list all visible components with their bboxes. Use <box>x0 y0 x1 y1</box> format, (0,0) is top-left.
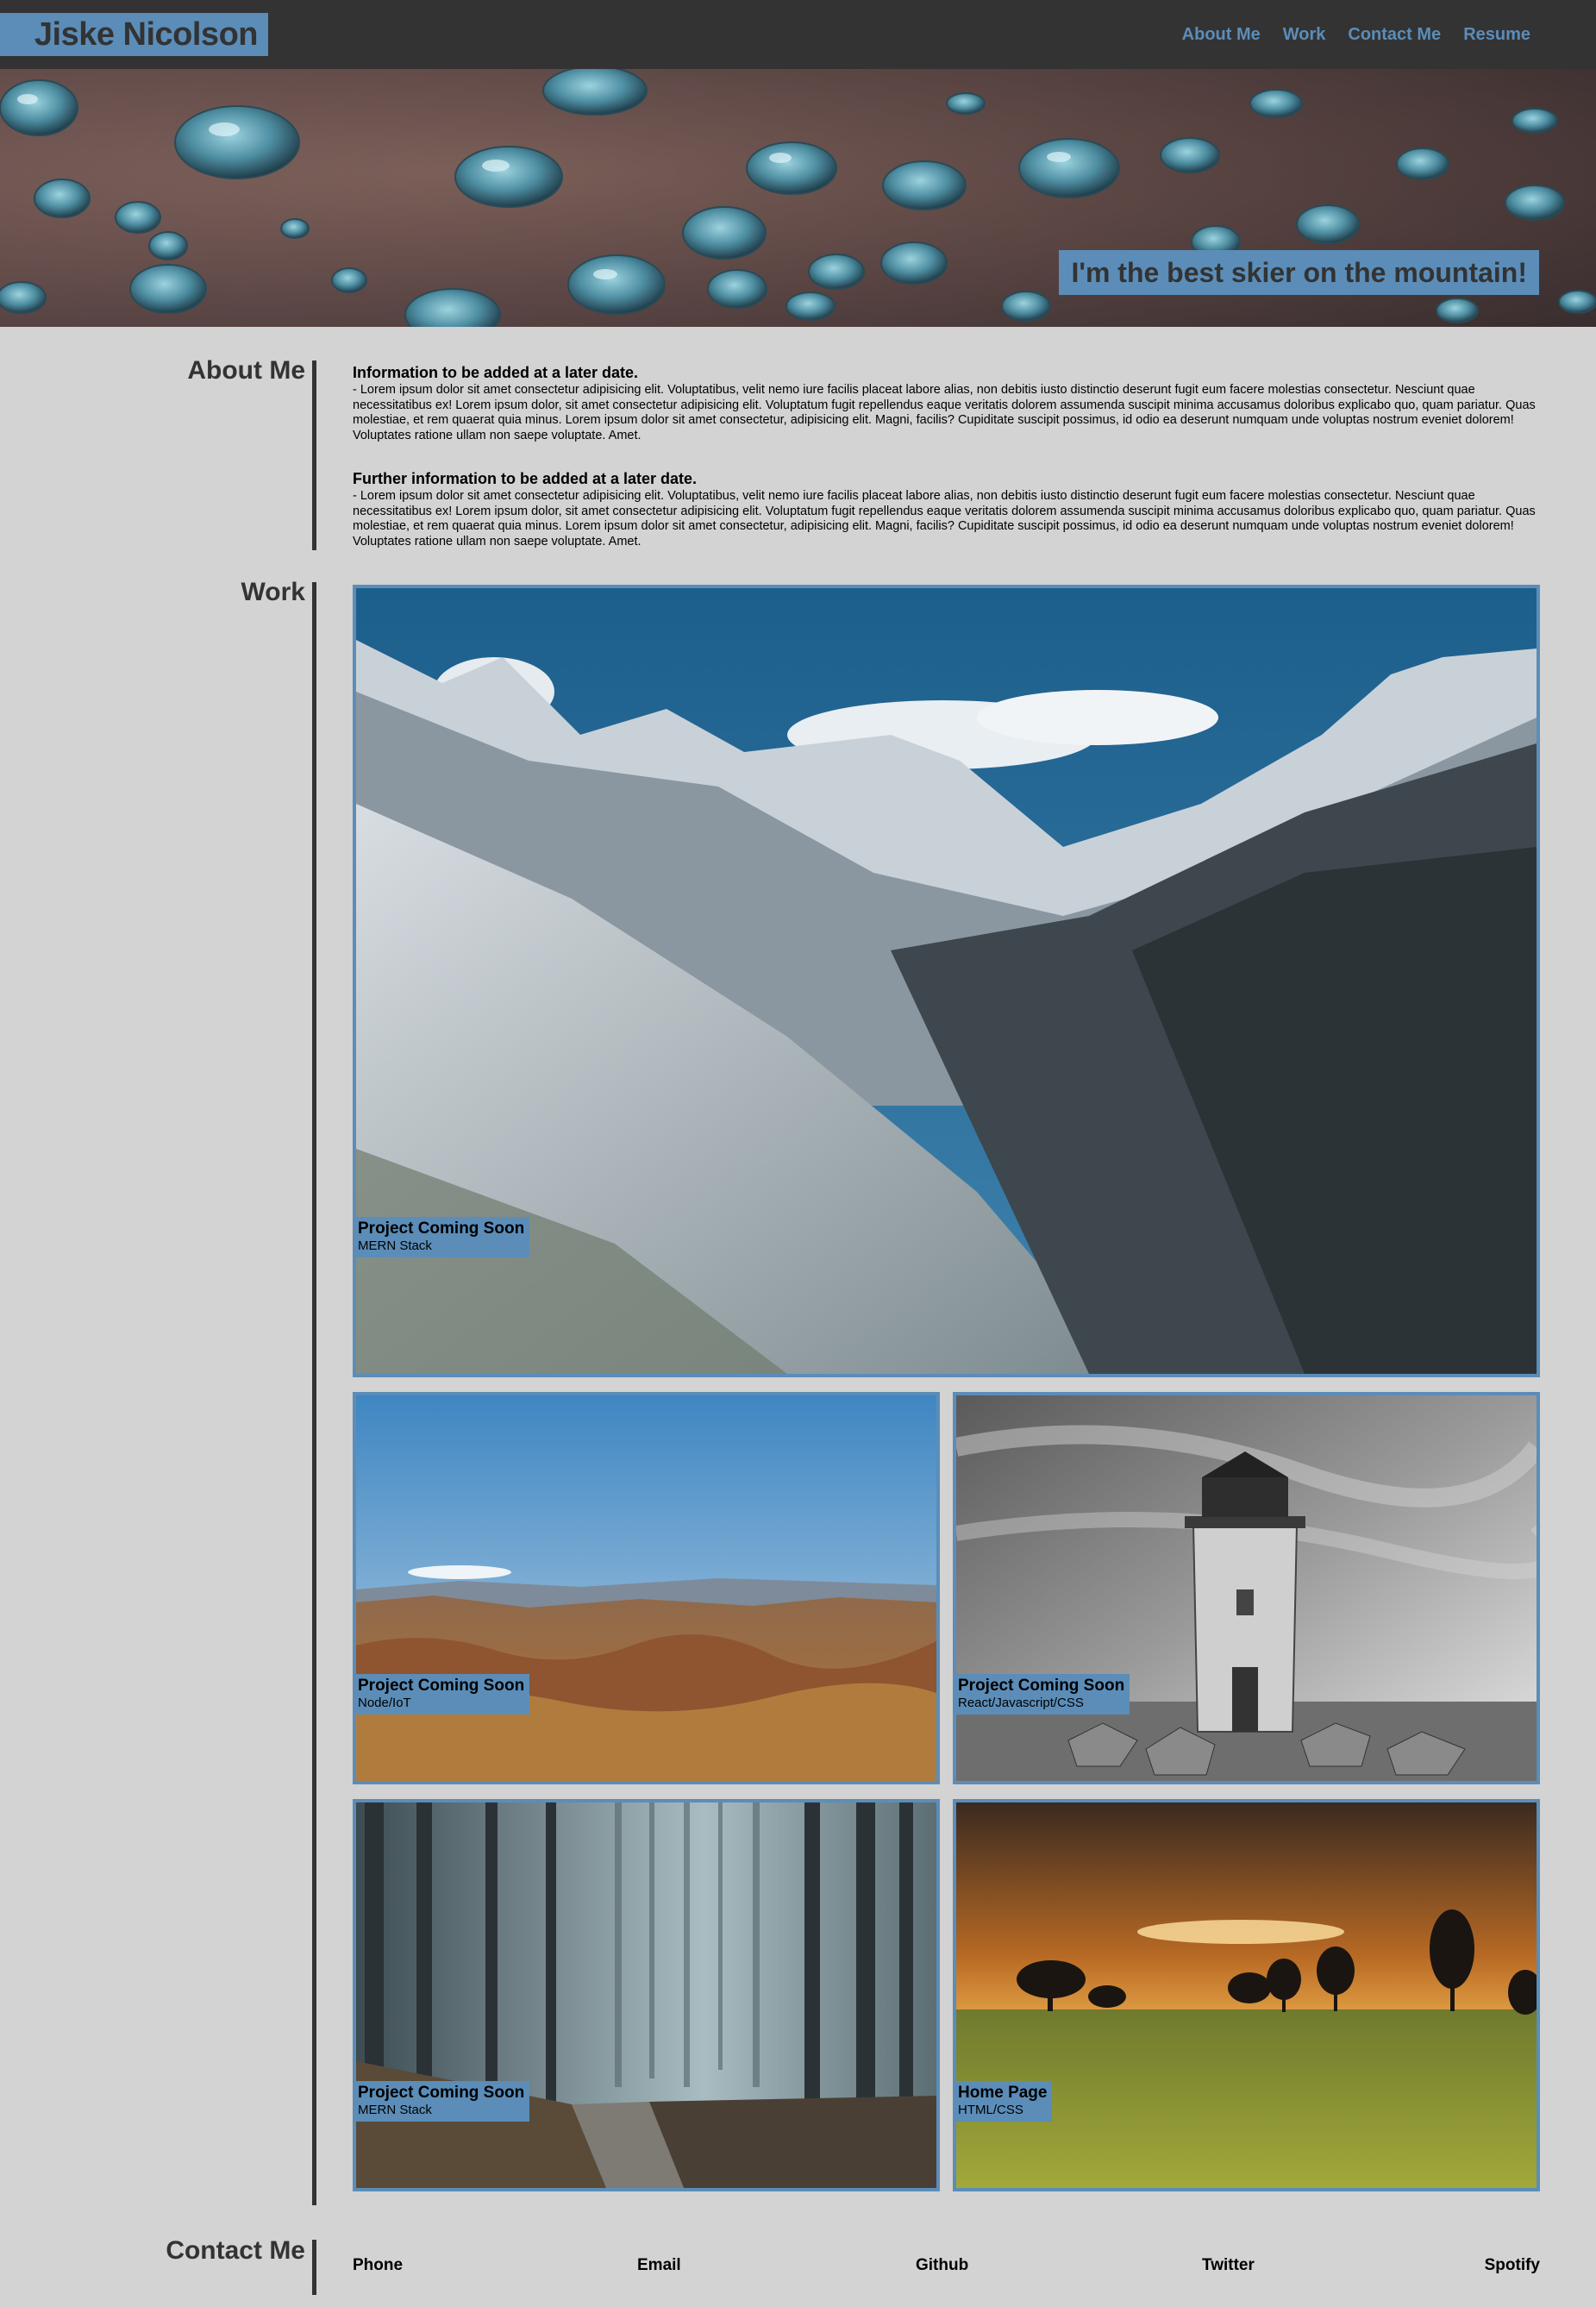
contact-link-phone[interactable]: Phone <box>353 2256 403 2275</box>
about-block-2: Further information to be added at a lat… <box>353 470 1536 549</box>
project-card-4[interactable]: Project Coming Soon MERN Stack <box>353 1799 940 2191</box>
nav-link-about-me[interactable]: About Me <box>1182 25 1261 45</box>
project-card-5[interactable]: Home Page HTML/CSS <box>953 1799 1540 2191</box>
about-divider <box>312 360 316 550</box>
nav-link-contact-me[interactable]: Contact Me <box>1348 25 1441 45</box>
project-card-3[interactable]: Project Coming Soon React/Javascript/CSS <box>953 1392 1540 1784</box>
brand-name: Jiske Nicolson <box>34 16 259 53</box>
project-label-2: Project Coming Soon Node/IoT <box>356 1674 530 1715</box>
contact-me-heading: Contact Me <box>166 2236 305 2265</box>
project-label-3: Project Coming Soon React/Javascript/CSS <box>956 1674 1130 1715</box>
about-block-1-title: Information to be added at a later date. <box>353 364 639 381</box>
project-label-4: Project Coming Soon MERN Stack <box>356 2081 530 2122</box>
contact-links: Phone Email Github Twitter Spotify <box>353 2256 1540 2282</box>
contact-link-email[interactable]: Email <box>637 2256 681 2275</box>
project-stack-3: React/Javascript/CSS <box>958 1696 1084 1710</box>
nav-link-work[interactable]: Work <box>1283 25 1326 45</box>
sunset-field-image <box>956 1802 1537 2188</box>
contact-link-twitter[interactable]: Twitter <box>1202 2256 1255 2275</box>
work-heading: Work <box>241 578 305 606</box>
about-block-2-body: - Lorem ipsum dolor sit amet consectetur… <box>353 489 1536 549</box>
lighthouse-image <box>956 1395 1537 1781</box>
project-title-5: Home Page <box>958 2084 1048 2102</box>
hero-tagline: I'm the best skier on the mountain! <box>1059 250 1539 295</box>
project-title-1: Project Coming Soon <box>358 1219 525 1238</box>
hero-banner: I'm the best skier on the mountain! <box>0 69 1596 327</box>
project-stack-1: MERN Stack <box>358 1238 432 1253</box>
contact-link-github[interactable]: Github <box>916 2256 968 2275</box>
project-card-1[interactable]: Project Coming Soon MERN Stack <box>353 585 1540 1377</box>
project-card-2[interactable]: Project Coming Soon Node/IoT <box>353 1392 940 1784</box>
main-nav: About Me Work Contact Me Resume <box>1182 0 1530 69</box>
nav-link-resume[interactable]: Resume <box>1463 25 1530 45</box>
snowy-mountains-image <box>356 588 1537 1374</box>
desert-hills-image <box>356 1395 936 1781</box>
project-stack-2: Node/IoT <box>358 1696 411 1710</box>
contact-divider <box>312 2240 316 2295</box>
project-label-1: Project Coming Soon MERN Stack <box>356 1217 530 1257</box>
about-block-1-body: - Lorem ipsum dolor sit amet consectetur… <box>353 383 1536 442</box>
hero-tagline-text: I'm the best skier on the mountain! <box>1071 256 1527 288</box>
project-title-4: Project Coming Soon <box>358 2084 525 2102</box>
work-divider <box>312 582 316 2205</box>
project-label-5: Home Page HTML/CSS <box>956 2081 1053 2122</box>
misty-forest-image <box>356 1802 936 2188</box>
project-title-2: Project Coming Soon <box>358 1677 525 1695</box>
about-block-1: Information to be added at a later date.… <box>353 364 1536 443</box>
about-block-2-title: Further information to be added at a lat… <box>353 470 698 487</box>
about-me-heading: About Me <box>187 356 305 385</box>
project-stack-4: MERN Stack <box>358 2103 432 2117</box>
project-stack-5: HTML/CSS <box>958 2103 1023 2117</box>
top-navbar: Jiske Nicolson About Me Work Contact Me … <box>0 0 1596 69</box>
brand-logo[interactable]: Jiske Nicolson <box>0 13 268 56</box>
contact-link-spotify[interactable]: Spotify <box>1485 2256 1540 2275</box>
project-title-3: Project Coming Soon <box>958 1677 1125 1695</box>
